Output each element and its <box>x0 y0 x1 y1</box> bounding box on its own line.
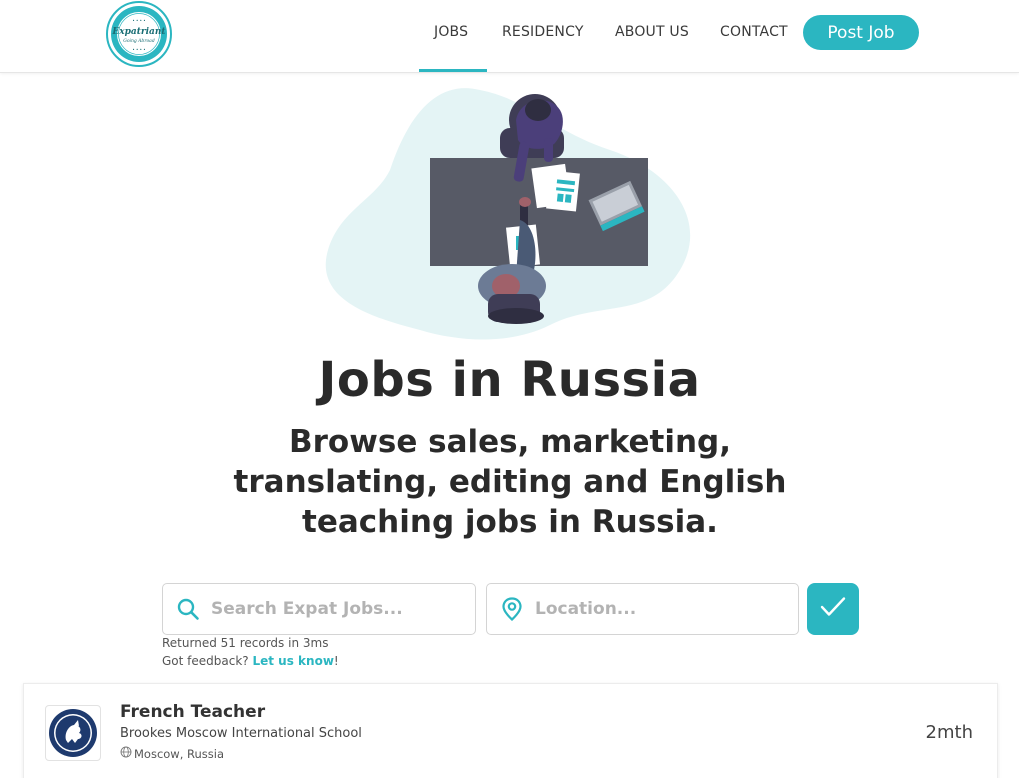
logo-title: Expatriant <box>111 27 166 37</box>
job-company: Brookes Moscow International School <box>120 726 362 741</box>
search-input[interactable] <box>211 599 461 619</box>
company-logo <box>45 705 101 761</box>
location-input[interactable] <box>535 599 785 619</box>
job-title[interactable]: French Teacher <box>120 702 265 722</box>
job-posted-age: 2mth <box>925 722 973 743</box>
feedback-suffix: ! <box>333 654 339 668</box>
page-subtitle: Browse sales, marketing, translating, ed… <box>233 424 787 540</box>
location-field[interactable] <box>486 583 799 635</box>
feedback-line: Got feedback? Let us know! <box>162 654 339 668</box>
active-nav-indicator <box>419 69 487 72</box>
nav-contact[interactable]: CONTACT <box>720 24 788 40</box>
search-icon <box>165 584 211 634</box>
search-field[interactable] <box>162 583 476 635</box>
svg-text:• • • •: • • • • <box>132 47 145 52</box>
map-pin-icon <box>489 584 535 634</box>
feedback-prefix: Got feedback? <box>162 654 249 668</box>
results-summary: Returned 51 records in 3ms <box>162 636 329 650</box>
nav-residency[interactable]: RESIDENCY <box>502 24 584 40</box>
site-header: Expatriant Going Abroad • • • • • • • • … <box>0 0 1019 73</box>
feedback-link[interactable]: Let us know <box>252 654 333 668</box>
post-job-button[interactable]: Post Job <box>803 15 919 50</box>
nav-about-us[interactable]: ABOUT US <box>615 24 689 40</box>
svg-text:• • • •: • • • • <box>132 18 145 23</box>
search-submit-button[interactable] <box>807 583 859 635</box>
globe-icon <box>120 746 132 761</box>
logo-tagline: Going Abroad <box>123 38 155 44</box>
checkmark-icon <box>820 596 846 622</box>
job-location: Moscow, Russia <box>120 746 224 761</box>
hero-illustration <box>320 80 700 348</box>
job-location-text: Moscow, Russia <box>134 746 225 761</box>
page-title: Jobs in Russia <box>318 352 701 408</box>
job-card[interactable]: French Teacher Brookes Moscow Internatio… <box>23 683 998 778</box>
nav-jobs[interactable]: JOBS <box>434 24 468 40</box>
logo[interactable]: Expatriant Going Abroad • • • • • • • • <box>106 1 172 67</box>
